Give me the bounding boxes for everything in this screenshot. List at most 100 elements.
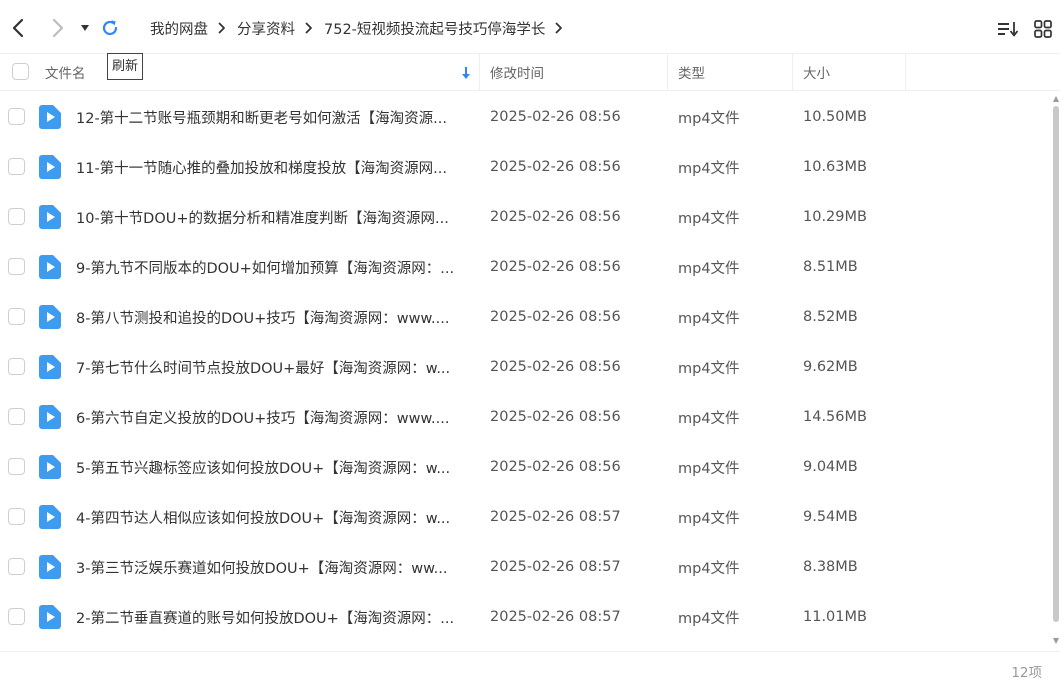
file-row[interactable]: 12-第十二节账号瓶颈期和断更老号如何激活【海淘资源... 2025-02-26… [0, 92, 1054, 142]
file-row[interactable]: 3-第三节泛娱乐赛道如何投放DOU+【海淘资源网：ww... 2025-02-2… [0, 542, 1054, 592]
refresh-button[interactable] [98, 14, 122, 42]
video-file-icon [39, 205, 61, 229]
video-file-icon [39, 155, 61, 179]
file-name: 4-第四节达人相似应该如何投放DOU+【海淘资源网：w... [76, 510, 451, 527]
video-file-icon [39, 255, 61, 279]
breadcrumb: 我的网盘 分享资料 752-短视频投流起号技巧停海学长 [150, 17, 574, 39]
file-name: 7-第七节什么时间节点投放DOU+最好【海淘资源网：w... [76, 360, 451, 377]
file-size: 8.38MB [803, 559, 858, 575]
vertical-scrollbar[interactable] [1052, 92, 1060, 648]
file-name: 2-第二节垂直赛道的账号如何投放DOU+【海淘资源网：... [76, 610, 455, 627]
sort-icon [998, 22, 1019, 37]
chevron-right-icon [52, 18, 64, 38]
file-row[interactable]: 8-第八节测投和追投的DOU+技巧【海淘资源网：www.... 2025-02-… [0, 292, 1054, 342]
file-type: mp4文件 [678, 610, 740, 627]
file-name: 8-第八节测投和追投的DOU+技巧【海淘资源网：www.... [76, 310, 450, 327]
row-checkbox[interactable] [8, 408, 25, 425]
row-checkbox[interactable] [8, 458, 25, 475]
file-row[interactable]: 5-第五节兴趣标签应该如何投放DOU+【海淘资源网：w... 2025-02-2… [0, 442, 1054, 492]
caret-down-icon [81, 25, 89, 31]
file-name: 5-第五节兴趣标签应该如何投放DOU+【海淘资源网：w... [76, 460, 451, 477]
file-type: mp4文件 [678, 410, 740, 427]
file-type: mp4文件 [678, 110, 740, 127]
chevron-right-icon [218, 22, 226, 34]
file-size: 10.50MB [803, 109, 867, 125]
file-modified-time: 2025-02-26 08:56 [490, 259, 621, 275]
row-checkbox[interactable] [8, 358, 25, 375]
file-name: 9-第九节不同版本的DOU+如何增加预算【海淘资源网：... [76, 260, 455, 277]
column-header-type[interactable]: 类型 [678, 54, 788, 90]
breadcrumb-item-shared[interactable]: 分享资料 [237, 18, 295, 39]
file-modified-time: 2025-02-26 08:56 [490, 359, 621, 375]
video-file-icon [39, 555, 61, 579]
file-name: 3-第三节泛娱乐赛道如何投放DOU+【海淘资源网：ww... [76, 560, 448, 577]
file-row[interactable]: 7-第七节什么时间节点投放DOU+最好【海淘资源网：w... 2025-02-2… [0, 342, 1054, 392]
file-row[interactable]: 2-第二节垂直赛道的账号如何投放DOU+【海淘资源网：... 2025-02-2… [0, 592, 1054, 642]
column-divider[interactable] [479, 54, 480, 90]
file-size: 11.01MB [803, 609, 867, 625]
file-size: 10.63MB [803, 159, 867, 175]
video-file-icon [39, 455, 61, 479]
file-row[interactable]: 6-第六节自定义投放的DOU+技巧【海淘资源网：www.... 2025-02-… [0, 392, 1054, 442]
row-checkbox[interactable] [8, 108, 25, 125]
file-modified-time: 2025-02-26 08:57 [490, 509, 621, 525]
column-divider[interactable] [667, 54, 668, 90]
forward-button[interactable] [46, 14, 70, 42]
file-type: mp4文件 [678, 510, 740, 527]
grid-view-button[interactable] [1032, 18, 1054, 40]
item-count: 12项 [1011, 665, 1042, 681]
file-row[interactable]: 11-第十一节随心推的叠加投放和梯度投放【海淘资源网... 2025-02-26… [0, 142, 1054, 192]
grid-view-icon [1034, 20, 1052, 38]
column-header-modified[interactable]: 修改时间 [490, 54, 660, 90]
file-row[interactable]: 10-第十节DOU+的数据分析和精准度判断【海淘资源网... 2025-02-2… [0, 192, 1054, 242]
history-dropdown-button[interactable] [75, 14, 95, 42]
file-modified-time: 2025-02-26 08:56 [490, 209, 621, 225]
file-name: 10-第十节DOU+的数据分析和精准度判断【海淘资源网... [76, 210, 449, 227]
file-size: 9.54MB [803, 509, 858, 525]
file-type: mp4文件 [678, 560, 740, 577]
chevron-right-icon [305, 22, 313, 34]
row-checkbox[interactable] [8, 558, 25, 575]
file-modified-time: 2025-02-26 08:57 [490, 559, 621, 575]
file-size: 9.62MB [803, 359, 858, 375]
breadcrumb-item-current-folder[interactable]: 752-短视频投流起号技巧停海学长 [324, 18, 545, 39]
sort-button[interactable] [997, 18, 1019, 40]
video-file-icon [39, 605, 61, 629]
file-modified-time: 2025-02-26 08:56 [490, 109, 621, 125]
row-checkbox[interactable] [8, 508, 25, 525]
video-file-icon [39, 305, 61, 329]
file-modified-time: 2025-02-26 08:56 [490, 409, 621, 425]
column-header: 文件名 修改时间 类型 大小 [0, 53, 1060, 91]
row-checkbox[interactable] [8, 158, 25, 175]
row-checkbox[interactable] [8, 608, 25, 625]
file-type: mp4文件 [678, 260, 740, 277]
file-row[interactable]: 4-第四节达人相似应该如何投放DOU+【海淘资源网：w... 2025-02-2… [0, 492, 1054, 542]
file-size: 10.29MB [803, 209, 867, 225]
refresh-tooltip: 刷新 [107, 53, 144, 80]
column-divider[interactable] [905, 54, 906, 90]
scroll-up-arrow-icon[interactable] [1053, 96, 1059, 102]
file-name: 6-第六节自定义投放的DOU+技巧【海淘资源网：www.... [76, 410, 450, 427]
row-checkbox[interactable] [8, 258, 25, 275]
column-header-size[interactable]: 大小 [803, 54, 903, 90]
file-type: mp4文件 [678, 160, 740, 177]
file-name: 11-第十一节随心推的叠加投放和梯度投放【海淘资源网... [76, 160, 448, 177]
file-modified-time: 2025-02-26 08:56 [490, 309, 621, 325]
row-checkbox[interactable] [8, 208, 25, 225]
toolbar: 我的网盘 分享资料 752-短视频投流起号技巧停海学长 [0, 0, 1060, 54]
file-row[interactable]: 9-第九节不同版本的DOU+如何增加预算【海淘资源网：... 2025-02-2… [0, 242, 1054, 292]
refresh-icon [102, 20, 118, 36]
file-type: mp4文件 [678, 360, 740, 377]
back-button[interactable] [6, 14, 30, 42]
file-modified-time: 2025-02-26 08:56 [490, 459, 621, 475]
file-size: 8.52MB [803, 309, 858, 325]
scrollbar-thumb[interactable] [1053, 106, 1059, 622]
column-divider[interactable] [792, 54, 793, 90]
scroll-down-arrow-icon[interactable] [1053, 638, 1059, 644]
row-checkbox[interactable] [8, 308, 25, 325]
status-bar: 12项 [0, 651, 1060, 684]
sort-down-arrow-icon[interactable] [460, 65, 472, 84]
file-type: mp4文件 [678, 310, 740, 327]
breadcrumb-item-my-drive[interactable]: 我的网盘 [150, 18, 208, 39]
select-all-checkbox[interactable] [12, 63, 29, 80]
